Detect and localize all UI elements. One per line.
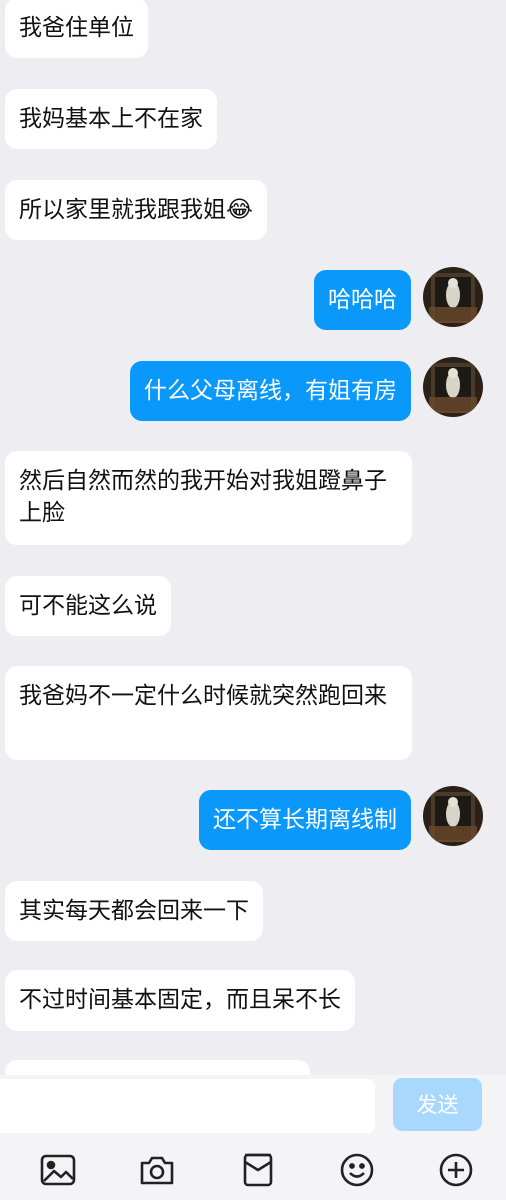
message-bubble-incoming[interactable]: 所以家里就我跟我姐😂 <box>5 180 267 240</box>
voucher-icon[interactable] <box>240 1152 276 1188</box>
message-bubble-outgoing[interactable]: 什么父母离线，有姐有房 <box>130 361 411 421</box>
image-icon[interactable] <box>40 1152 76 1188</box>
toolbar <box>0 1139 506 1200</box>
message-text: 然后自然而然的我开始对我姐蹬鼻子上脸 <box>19 468 387 526</box>
message-text: 哈哈哈 <box>328 287 397 313</box>
message-bubble-outgoing[interactable]: 哈哈哈 <box>314 270 411 330</box>
input-bar: 发送 <box>0 1075 506 1139</box>
message-bubble-partial <box>5 1060 310 1075</box>
avatar[interactable] <box>423 357 483 417</box>
message-bubble-incoming[interactable]: 我爸妈不一定什么时候就突然跑回来 <box>5 666 412 760</box>
message-bubble-incoming[interactable]: 我妈基本上不在家 <box>5 89 217 149</box>
avatar[interactable] <box>423 786 483 846</box>
plus-icon[interactable] <box>438 1152 474 1188</box>
message-bubble-outgoing[interactable]: 还不算长期离线制 <box>199 790 411 850</box>
message-text: 什么父母离线，有姐有房 <box>144 378 397 404</box>
chat-area: 我爸住单位 我妈基本上不在家 所以家里就我跟我姐😂 哈哈哈 什么父母离线，有姐有… <box>0 0 506 1075</box>
emoji-icon[interactable] <box>339 1152 375 1188</box>
message-bubble-incoming[interactable]: 然后自然而然的我开始对我姐蹬鼻子上脸 <box>5 451 412 545</box>
message-bubble-incoming[interactable]: 我爸住单位 <box>5 0 148 58</box>
message-text: 可不能这么说 <box>19 593 157 619</box>
message-input[interactable] <box>0 1079 375 1133</box>
message-text: 不过时间基本固定，而且呆不长 <box>19 987 341 1013</box>
message-text: 还不算长期离线制 <box>213 807 397 833</box>
send-button[interactable]: 发送 <box>393 1078 482 1131</box>
message-bubble-incoming[interactable]: 不过时间基本固定，而且呆不长 <box>5 970 355 1031</box>
avatar[interactable] <box>423 267 483 327</box>
message-bubble-incoming[interactable]: 其实每天都会回来一下 <box>5 881 263 941</box>
message-text: 我妈基本上不在家 <box>19 106 203 132</box>
message-text: 所以家里就我跟我姐😂 <box>19 197 253 223</box>
message-bubble-incoming[interactable]: 可不能这么说 <box>5 576 171 636</box>
message-text: 我爸住单位 <box>19 15 134 41</box>
message-text: 我爸妈不一定什么时候就突然跑回来 <box>19 683 387 709</box>
camera-icon[interactable] <box>139 1152 175 1188</box>
message-text: 其实每天都会回来一下 <box>19 898 249 924</box>
